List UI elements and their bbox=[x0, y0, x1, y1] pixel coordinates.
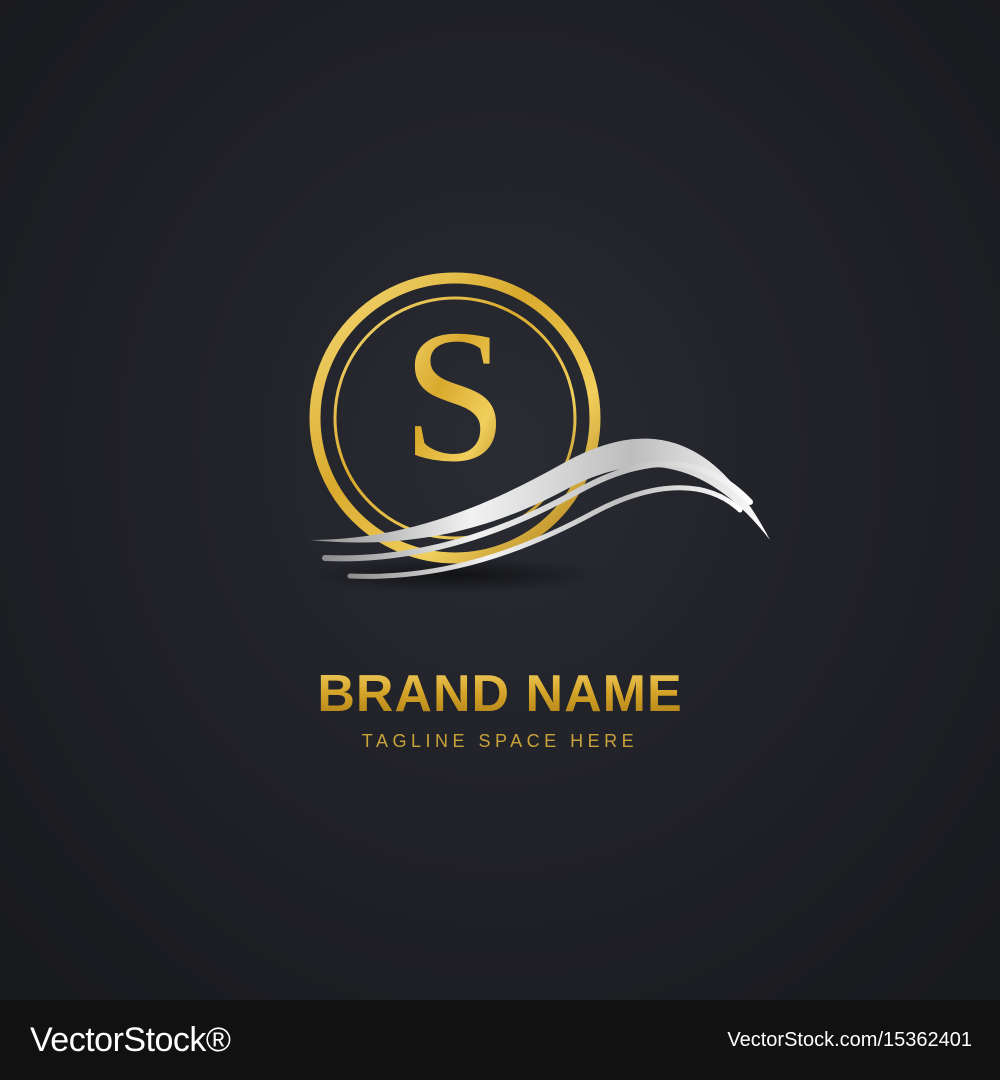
monogram-letter: S bbox=[402, 292, 508, 502]
silver-wave-swoosh bbox=[310, 438, 770, 579]
watermark-bar: VectorStock® VectorStock.com/15362401 bbox=[0, 1000, 1000, 1080]
tagline: TAGLINE SPACE HERE bbox=[361, 731, 639, 751]
watermark-site: VectorStock® bbox=[30, 1020, 231, 1059]
logo-canvas: S BRAND NAME TAGLINE SPACE HERE bbox=[0, 0, 1000, 1000]
watermark-image-ref: VectorStock.com/15362401 bbox=[727, 1028, 972, 1051]
emblem: S bbox=[305, 272, 770, 593]
brand-name: BRAND NAME bbox=[0, 664, 1000, 724]
